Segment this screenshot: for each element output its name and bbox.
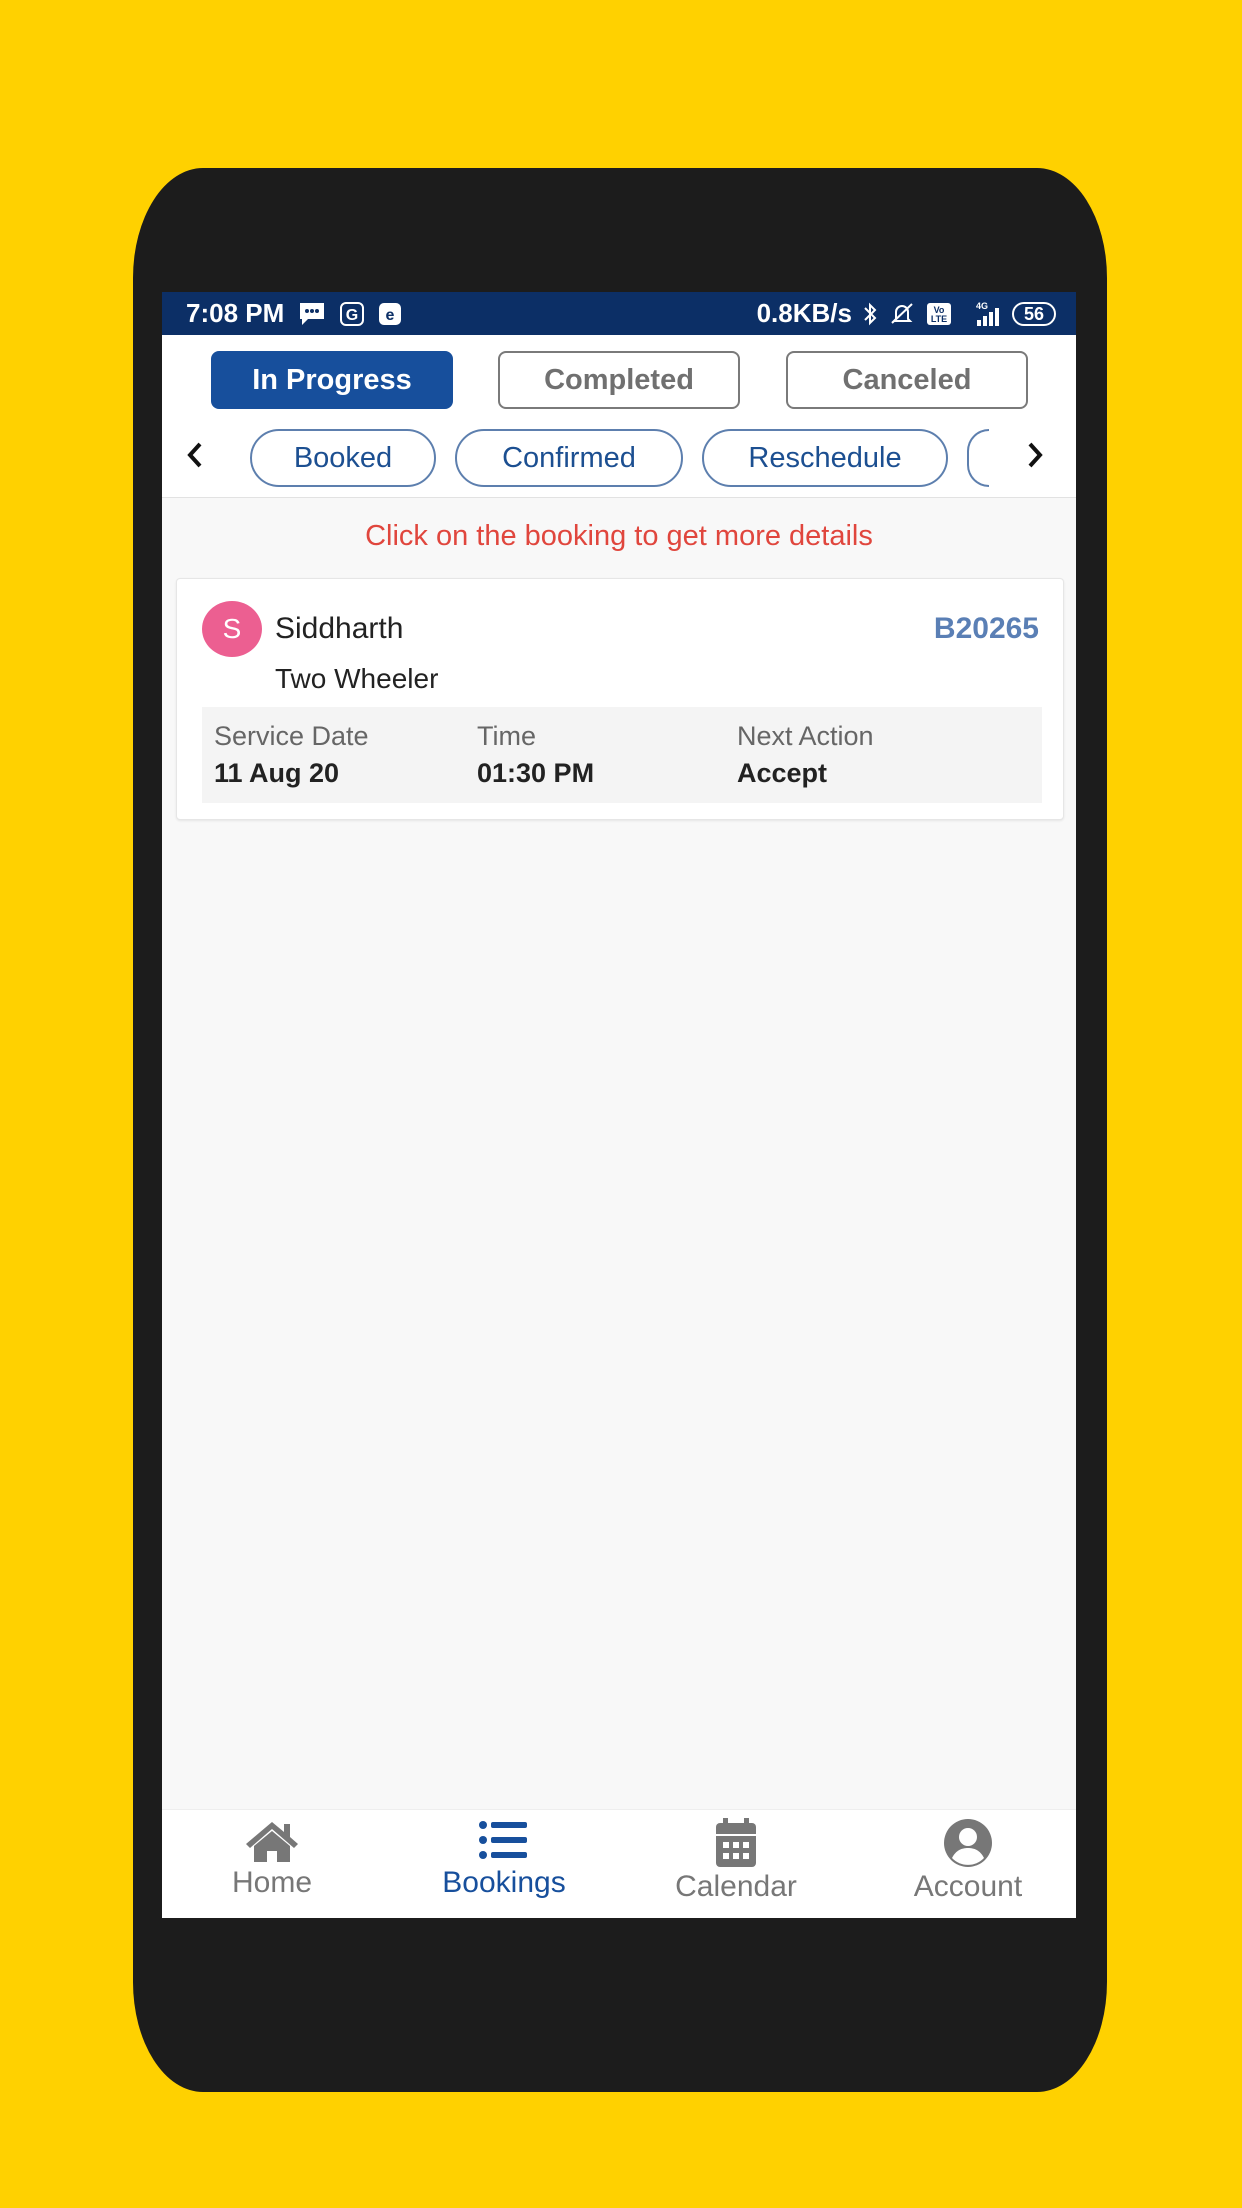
battery-indicator: 56 — [1011, 301, 1056, 326]
time-value: 01:30 PM — [477, 758, 595, 788]
booking-details: Service Date 11 Aug 20 Time 01:30 PM Nex… — [202, 707, 1042, 803]
bottom-nav: Home Bookings Calendar Account — [162, 1809, 1076, 1918]
service-date-label: Service Date — [214, 721, 369, 751]
filter-chip-reschedule[interactable]: Reschedule — [702, 429, 948, 487]
svg-text:G: G — [346, 307, 358, 324]
filter-chip-partial[interactable] — [967, 429, 989, 487]
volte-icon: Vo LTE — [926, 302, 952, 326]
nav-calendar-label: Calendar — [675, 1870, 797, 1903]
filter-chip-confirmed[interactable]: Confirmed — [455, 429, 683, 487]
time-column: Time 01:30 PM — [477, 721, 594, 789]
app-e-icon: e — [378, 302, 402, 326]
nav-bookings[interactable]: Bookings — [404, 1818, 604, 1900]
nav-bookings-label: Bookings — [442, 1866, 566, 1899]
nav-home[interactable]: Home — [172, 1818, 372, 1900]
nav-account-label: Account — [913, 1870, 1023, 1903]
calendar-icon — [716, 1818, 756, 1867]
bluetooth-icon — [862, 301, 878, 327]
next-action-column: Next Action Accept — [737, 721, 874, 789]
hint-text: Click on the booking to get more details — [365, 520, 873, 552]
filter-chip-booked[interactable]: Booked — [250, 429, 436, 487]
svg-text:LTE: LTE — [931, 314, 947, 324]
vehicle-type: Two Wheeler — [275, 663, 439, 694]
customer-name: Siddharth — [275, 612, 404, 645]
service-date-value: 11 Aug 20 — [214, 758, 340, 788]
next-action-value: Accept — [737, 758, 828, 788]
tab-completed[interactable]: Completed — [498, 351, 740, 409]
message-icon — [298, 301, 326, 327]
svg-text:4G: 4G — [976, 301, 988, 311]
nav-home-label: Home — [231, 1866, 313, 1899]
tab-canceled[interactable]: Canceled — [786, 351, 1028, 409]
booking-header: In Progress Completed Canceled Booked Co… — [162, 335, 1076, 498]
next-action-label: Next Action — [737, 721, 874, 751]
nav-account[interactable]: Account — [868, 1818, 1068, 1904]
chevron-left-icon[interactable] — [184, 435, 206, 480]
booking-card[interactable]: S Siddharth B20265 Two Wheeler Service D… — [176, 578, 1064, 820]
account-icon — [944, 1819, 992, 1867]
signal-4g-icon: 4G — [962, 300, 1002, 328]
booking-id: B20265 — [933, 612, 1039, 645]
app-g-icon: G — [340, 301, 365, 326]
list-icon — [479, 1821, 527, 1859]
avatar: S — [202, 601, 262, 657]
status-bar: 7:08 PM G e 0.8KB/s Vo LTE 4G 56 — [162, 292, 1076, 335]
time-label: Time — [477, 721, 536, 751]
app-screen: 7:08 PM G e 0.8KB/s Vo LTE 4G 56 In Prog… — [162, 292, 1076, 1918]
tab-in-progress[interactable]: In Progress — [211, 351, 453, 409]
network-speed: 0.8KB/s — [756, 298, 852, 328]
status-time: 7:08 PM — [186, 298, 285, 328]
home-icon — [246, 1822, 298, 1862]
svg-text:e: e — [386, 307, 395, 324]
service-date-column: Service Date 11 Aug 20 — [214, 721, 369, 789]
nav-calendar[interactable]: Calendar — [636, 1818, 836, 1904]
silent-bell-icon — [888, 301, 916, 327]
chevron-right-icon[interactable] — [1024, 435, 1046, 480]
